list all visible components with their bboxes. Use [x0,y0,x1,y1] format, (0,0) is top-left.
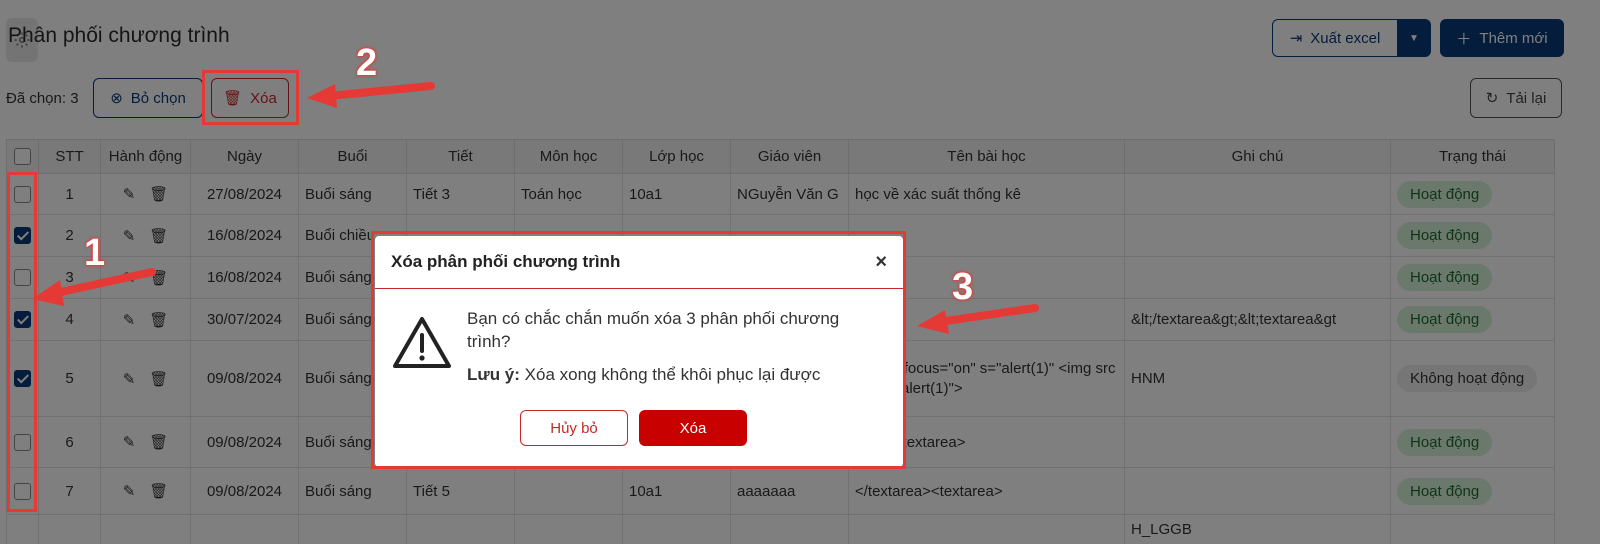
annotation-label-3: 3 [952,266,974,308]
annotation-label-2: 2 [356,42,378,84]
cancel-button[interactable]: Hủy bỏ [520,410,628,446]
dialog-body: Bạn có chắc chắn muốn xóa 3 phân phối ch… [375,289,903,465]
note-text: Xóa xong không thể khôi phục lại được [524,365,821,384]
dialog-message: Bạn có chắc chắn muốn xóa 3 phân phối ch… [467,309,840,351]
close-icon[interactable]: × [875,251,887,274]
delete-confirm-dialog: Xóa phân phối chương trình × Bạn có chắc… [375,236,903,467]
note-label: Lưu ý: [467,365,520,384]
confirm-delete-button[interactable]: Xóa [639,410,747,446]
dialog-header: Xóa phân phối chương trình × [375,236,903,289]
annotation-label-1: 1 [84,232,106,274]
dialog-title: Xóa phân phối chương trình [391,252,621,271]
dialog-note: Lưu ý: Xóa xong không thể khôi phục lại … [467,365,820,385]
warning-icon [393,317,451,368]
